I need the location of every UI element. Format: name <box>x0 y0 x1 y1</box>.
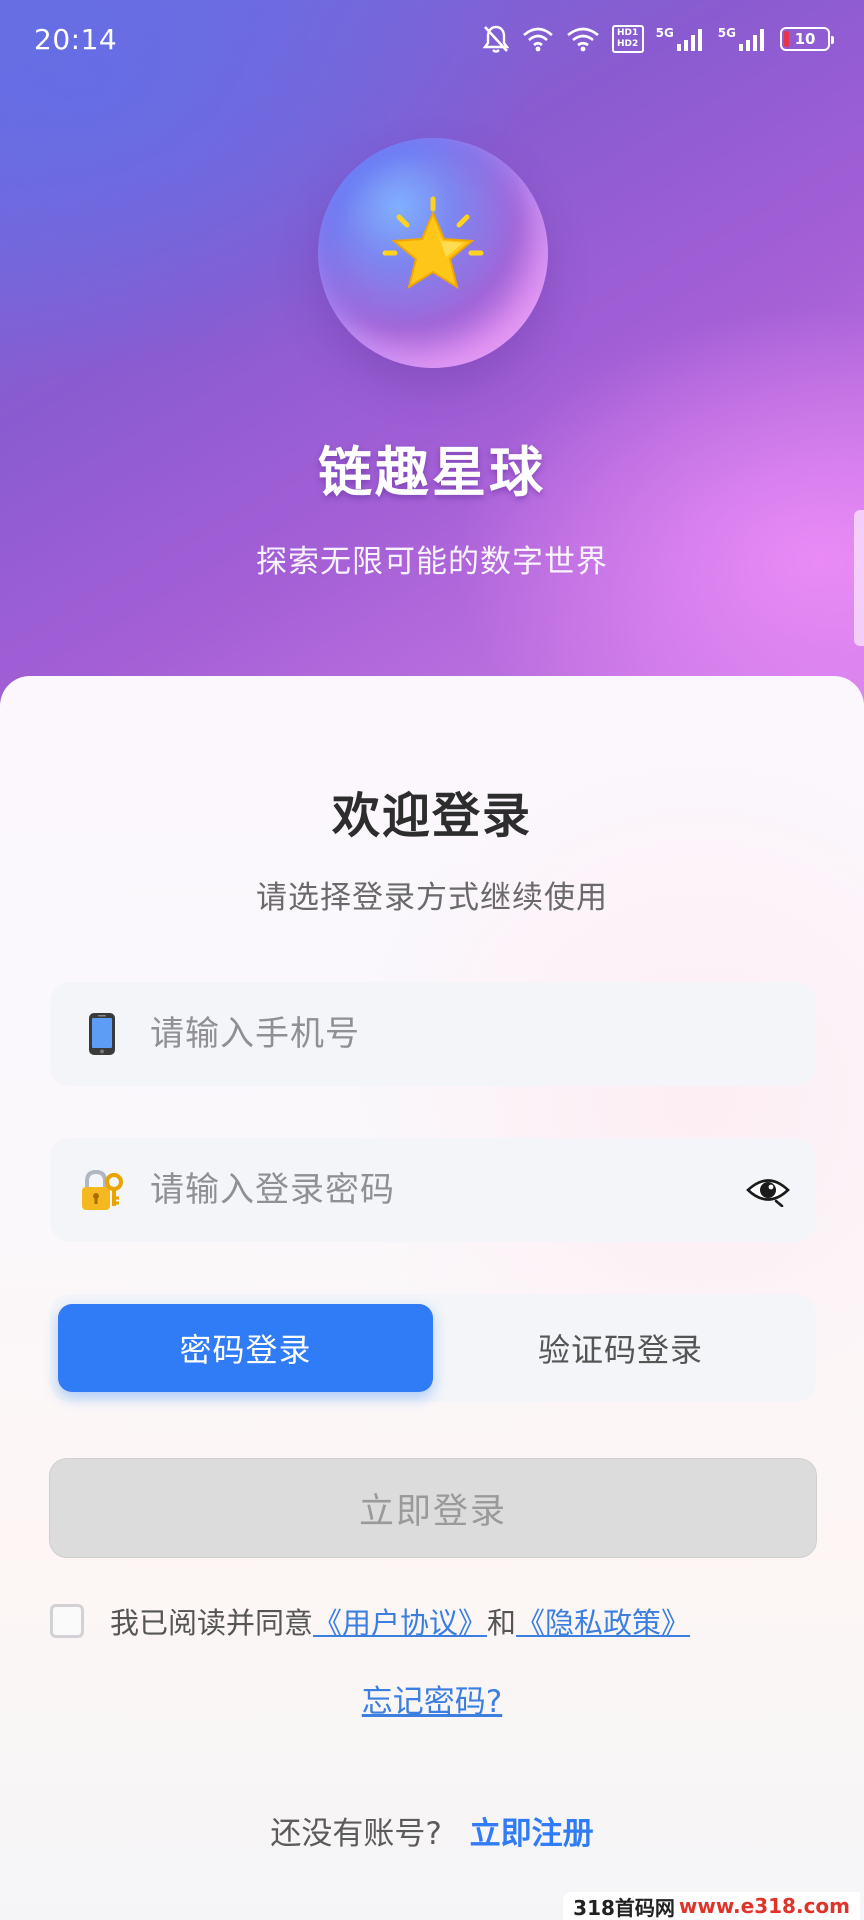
login-button[interactable]: 立即登录 <box>49 1458 817 1558</box>
hd-badge-top: HD1 <box>616 28 639 38</box>
network-label: 5G <box>655 26 674 40</box>
password-field[interactable] <box>50 1138 816 1242</box>
agreement-checkbox[interactable] <box>50 1604 84 1638</box>
bell-muted-icon <box>482 24 510 54</box>
signal-5g-icon: 5G <box>656 26 706 52</box>
battery-level-fill <box>784 31 789 47</box>
watermark-domain: www.e318.com <box>678 1894 850 1918</box>
hd-badge-bottom: HD2 <box>616 39 639 49</box>
app-logo <box>318 138 548 368</box>
agreement-prefix: 我已阅读并同意 <box>110 1606 314 1640</box>
star-icon <box>377 195 489 311</box>
side-edge-handle[interactable] <box>854 510 864 646</box>
privacy-policy-link[interactable]: 《隐私政策》 <box>516 1600 690 1642</box>
agreement-row: 我已阅读并同意 《用户协议》 和 《隐私政策》 <box>50 1596 690 1646</box>
user-agreement-link[interactable]: 《用户协议》 <box>313 1600 487 1642</box>
login-title: 欢迎登录 <box>331 788 532 844</box>
eye-icon[interactable] <box>728 1173 808 1207</box>
status-icons: HD1 HD2 5G 5G 10 <box>482 24 834 54</box>
app-tagline: 探索无限可能的数字世界 <box>256 544 608 580</box>
login-subtitle: 请选择登录方式继续使用 <box>256 880 608 916</box>
site-watermark: 318首码网 www.e318.com <box>563 1892 860 1920</box>
register-row: 还没有账号? 立即注册 <box>0 1808 864 1853</box>
mobile-phone-icon <box>54 1012 150 1056</box>
password-input[interactable] <box>150 1170 728 1210</box>
phone-field[interactable] <box>50 982 816 1086</box>
phone-input[interactable] <box>150 1014 816 1054</box>
tab-code-login[interactable]: 验证码登录 <box>433 1304 808 1392</box>
login-method-tabs: 密码登录 验证码登录 <box>50 1294 816 1402</box>
register-link[interactable]: 立即注册 <box>470 1816 594 1852</box>
signal-5g-icon: 5G <box>718 26 768 52</box>
hd-badge-icon: HD1 HD2 <box>611 25 644 53</box>
wifi-icon <box>522 26 554 52</box>
network-label: 5G <box>717 26 736 40</box>
wifi-6-icon <box>566 26 600 52</box>
login-card: 欢迎登录 请选择登录方式继续使用 请输入手机号 密码登录 验证码登录 立即登录 … <box>0 676 864 1920</box>
watermark-site: 318首码网 <box>573 1895 675 1920</box>
tab-password-login[interactable]: 密码登录 <box>58 1304 433 1392</box>
app-name: 链趣星球 <box>318 441 546 504</box>
lock-key-icon <box>54 1168 150 1212</box>
forgot-password-row: 忘记密码? <box>0 1676 864 1721</box>
register-prompt: 还没有账号? <box>270 1816 442 1852</box>
battery-level-text: 10 <box>794 30 816 48</box>
forgot-password-link[interactable]: 忘记密码? <box>362 1684 502 1720</box>
status-time: 20:14 <box>34 22 118 56</box>
status-bar: 20:14 HD1 HD2 5G 5G 10 <box>0 0 864 78</box>
battery-icon: 10 <box>780 27 834 51</box>
agreement-and: 和 <box>487 1606 517 1640</box>
